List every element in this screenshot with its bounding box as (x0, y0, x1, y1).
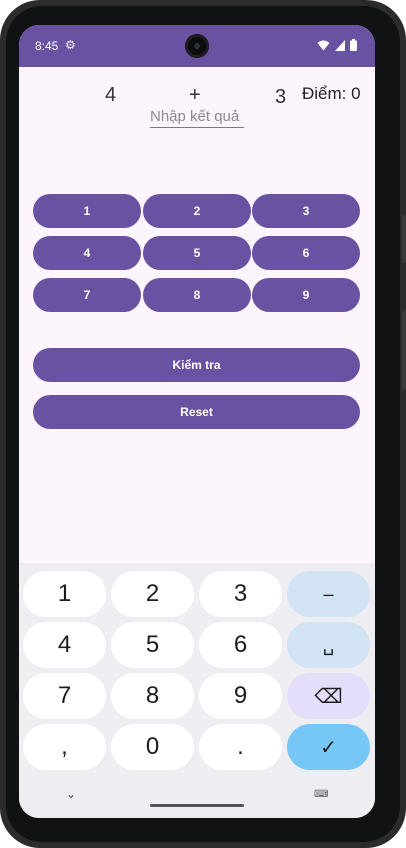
digit-button-9[interactable]: 9 (252, 278, 360, 312)
digit-button-5[interactable]: 5 (143, 236, 251, 270)
phone-frame: 8:45 ⚙ 4 + 3 Điểm: 0 1 2 3 4 5 6 7 8 9 K… (0, 0, 406, 848)
key-7[interactable]: 7 (23, 673, 106, 719)
digit-button-8[interactable]: 8 (143, 278, 251, 312)
key-enter[interactable]: ✓ (287, 724, 370, 770)
first-number: 4 (105, 84, 117, 106)
key-backspace[interactable]: ⌫ (287, 673, 370, 719)
key-period[interactable]: . (199, 724, 282, 770)
key-4[interactable]: 4 (23, 622, 106, 668)
operator: + (189, 84, 201, 106)
math-quiz-app: 4 + 3 Điểm: 0 1 2 3 4 5 6 7 8 9 Kiểm tra… (19, 67, 375, 563)
answer-input[interactable] (150, 105, 244, 128)
digit-button-1[interactable]: 1 (33, 194, 141, 228)
key-9[interactable]: 9 (199, 673, 282, 719)
battery-icon (350, 39, 357, 51)
home-gesture-bar[interactable] (150, 804, 244, 807)
front-camera (185, 34, 209, 58)
key-6[interactable]: 6 (199, 622, 282, 668)
numeric-keyboard: 1 2 3 – 4 5 6 ␣ 7 8 9 ⌫ , 0 . ✓ ⌄ ⌨ (19, 563, 375, 818)
digit-button-6[interactable]: 6 (252, 236, 360, 270)
digit-button-7[interactable]: 7 (33, 278, 141, 312)
score-label: Điểm: 0 (302, 84, 361, 103)
settings-icon: ⚙ (65, 38, 76, 52)
status-bar: 8:45 ⚙ (19, 25, 375, 67)
reset-button[interactable]: Reset (33, 395, 360, 429)
key-0[interactable]: 0 (111, 724, 194, 770)
key-space[interactable]: ␣ (287, 622, 370, 668)
device-screen: 8:45 ⚙ 4 + 3 Điểm: 0 1 2 3 4 5 6 7 8 9 K… (19, 25, 375, 818)
wifi-icon (317, 40, 330, 50)
power-button (402, 215, 406, 263)
digit-button-4[interactable]: 4 (33, 236, 141, 270)
keyboard-switch-icon[interactable]: ⌨ (314, 789, 328, 800)
signal-icon (335, 39, 345, 51)
hide-keyboard-icon[interactable]: ⌄ (66, 787, 76, 801)
key-8[interactable]: 8 (111, 673, 194, 719)
second-number: 3 (275, 86, 287, 108)
status-icons (317, 39, 357, 51)
status-time: 8:45 (35, 39, 59, 53)
key-2[interactable]: 2 (111, 571, 194, 617)
key-5[interactable]: 5 (111, 622, 194, 668)
digit-button-2[interactable]: 2 (143, 194, 251, 228)
key-1[interactable]: 1 (23, 571, 106, 617)
key-3[interactable]: 3 (199, 571, 282, 617)
check-button[interactable]: Kiểm tra (33, 348, 360, 382)
key-minus[interactable]: – (287, 571, 370, 617)
digit-button-3[interactable]: 3 (252, 194, 360, 228)
key-comma[interactable]: , (23, 724, 106, 770)
volume-button (402, 310, 406, 390)
